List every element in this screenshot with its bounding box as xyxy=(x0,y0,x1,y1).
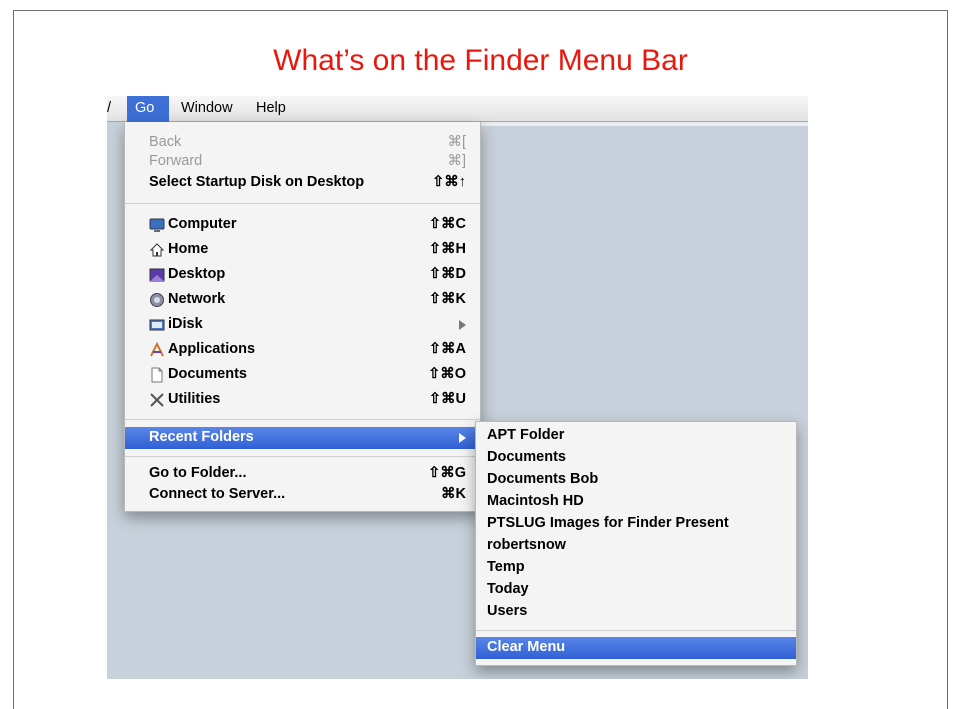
menu-item-label: PTSLUG Images for Finder Present xyxy=(487,515,729,531)
menu-go-label: Go xyxy=(135,100,155,116)
menu-item-label: Desktop xyxy=(168,266,226,282)
menu-item-shortcut: ⌘K xyxy=(441,486,466,502)
menu-item-shortcut: ⇧⌘O xyxy=(428,366,466,382)
menu-item-shortcut: ⌘[ xyxy=(447,134,466,150)
menu-item-select-startup-disk[interactable]: Select Startup Disk on Desktop ⇧⌘↑ xyxy=(125,172,480,194)
menu-item-label: Connect to Server... xyxy=(149,486,286,502)
idisk-icon xyxy=(149,319,165,331)
menu-separator xyxy=(125,203,480,204)
menu-item-connect-to-server[interactable]: Connect to Server... ⌘K xyxy=(125,484,480,506)
menu-item-applications[interactable]: Applications ⇧⌘A xyxy=(125,339,480,361)
applications-icon xyxy=(150,342,164,357)
menu-item-shortcut: ⇧⌘G xyxy=(428,465,466,481)
recent-folder-item[interactable]: Documents xyxy=(476,447,796,469)
menu-item-shortcut: ⇧⌘K xyxy=(428,291,466,307)
menu-separator xyxy=(476,630,796,631)
recent-folder-item[interactable]: Macintosh HD xyxy=(476,491,796,513)
menu-item-label: Documents Bob xyxy=(487,471,599,487)
network-icon xyxy=(150,293,164,307)
recent-folder-item[interactable]: Documents Bob xyxy=(476,469,796,491)
menu-item-shortcut: ⇧⌘U xyxy=(428,391,466,407)
menu-item-label: Applications xyxy=(168,341,256,357)
desktop-icon xyxy=(149,268,165,282)
menu-item-label: iDisk xyxy=(168,316,203,332)
menu-item-idisk[interactable]: iDisk xyxy=(125,314,480,336)
menu-item-shortcut: ⇧⌘D xyxy=(428,266,466,282)
menu-item-label: Temp xyxy=(487,559,525,575)
recent-folder-item[interactable]: APT Folder xyxy=(476,425,796,447)
menu-item-label: Recent Folders xyxy=(149,429,254,445)
recent-folder-item[interactable]: Users xyxy=(476,601,796,623)
menu-item-label: Macintosh HD xyxy=(487,493,584,509)
menu-item-label: Today xyxy=(487,581,529,597)
menu-item-label: Select Startup Disk on Desktop xyxy=(149,174,365,190)
submenu-arrow-icon xyxy=(459,433,466,443)
menu-item-documents[interactable]: Documents ⇧⌘O xyxy=(125,364,480,386)
menu-item-label: Home xyxy=(168,241,209,257)
menu-item-label: Documents xyxy=(487,449,566,465)
menu-item-clear-menu[interactable]: Clear Menu xyxy=(476,637,796,659)
menu-item-recent-folders[interactable]: Recent Folders xyxy=(125,427,480,449)
slide-title: What’s on the Finder Menu Bar xyxy=(273,44,688,77)
recent-folder-item[interactable]: Temp xyxy=(476,557,796,579)
utilities-icon xyxy=(150,393,164,407)
recent-folder-item[interactable]: PTSLUG Images for Finder Present xyxy=(476,513,796,535)
menu-help[interactable]: Help xyxy=(256,100,286,116)
menu-separator xyxy=(125,419,480,420)
finder-screenshot: / Go Window Help Back ⌘[ Forward ⌘] Sele… xyxy=(107,96,808,679)
menu-item-go-to-folder[interactable]: Go to Folder... ⇧⌘G xyxy=(125,463,480,485)
menu-item-shortcut: ⇧⌘A xyxy=(428,341,466,357)
recent-folders-submenu: APT Folder Documents Documents Bob Macin… xyxy=(475,421,797,666)
menu-item-label: APT Folder xyxy=(487,427,565,443)
recent-folder-item[interactable]: robertsnow xyxy=(476,535,796,557)
menu-item-label: Computer xyxy=(168,216,237,232)
documents-icon xyxy=(151,367,163,383)
menu-item-shortcut: ⇧⌘C xyxy=(428,216,466,232)
desktop-strip xyxy=(479,122,808,126)
menu-bar-cut-item[interactable]: / xyxy=(107,100,111,116)
menu-item-utilities[interactable]: Utilities ⇧⌘U xyxy=(125,389,480,411)
menu-item-shortcut: ⇧⌘H xyxy=(428,241,466,257)
menu-window[interactable]: Window xyxy=(181,100,233,116)
menu-item-label: Forward xyxy=(149,153,203,169)
menu-item-computer[interactable]: Computer ⇧⌘C xyxy=(125,214,480,236)
computer-icon xyxy=(149,218,165,232)
submenu-arrow-icon xyxy=(459,320,466,330)
recent-folder-item[interactable]: Today xyxy=(476,579,796,601)
menu-item-label: Documents xyxy=(168,366,247,382)
menu-item-label: Utilities xyxy=(168,391,221,407)
menu-item-desktop[interactable]: Desktop ⇧⌘D xyxy=(125,264,480,286)
home-icon xyxy=(149,243,165,257)
menu-bar: / Go Window Help xyxy=(107,96,808,122)
menu-item-label: Users xyxy=(487,603,528,619)
menu-item-label: Network xyxy=(168,291,226,307)
menu-item-shortcut: ⌘] xyxy=(447,153,466,169)
menu-separator xyxy=(125,456,480,457)
go-menu: Back ⌘[ Forward ⌘] Select Startup Disk o… xyxy=(124,122,481,512)
menu-item-home[interactable]: Home ⇧⌘H xyxy=(125,239,480,261)
menu-item-network[interactable]: Network ⇧⌘K xyxy=(125,289,480,311)
menu-item-label: robertsnow xyxy=(487,537,566,553)
menu-item-shortcut: ⇧⌘↑ xyxy=(432,174,466,190)
menu-item-label: Back xyxy=(149,134,182,150)
menu-item-label: Clear Menu xyxy=(487,639,566,655)
menu-go[interactable]: Go xyxy=(127,96,169,122)
menu-item-label: Go to Folder... xyxy=(149,465,247,481)
menu-item-forward[interactable]: Forward ⌘] xyxy=(125,151,480,173)
